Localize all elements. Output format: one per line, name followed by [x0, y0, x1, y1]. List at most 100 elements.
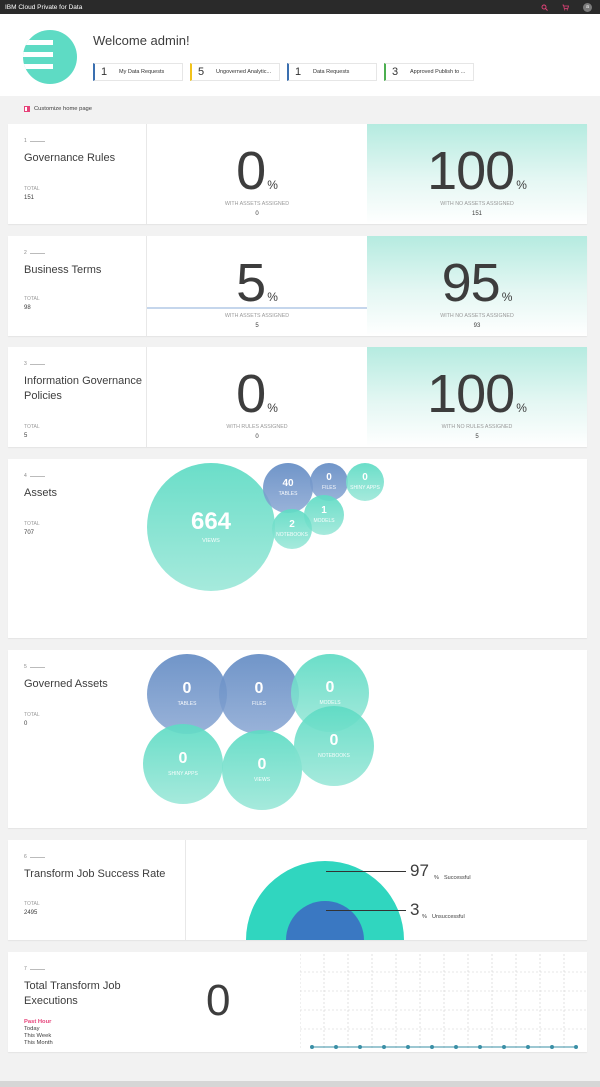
bubble-value: 0 [326, 472, 332, 483]
cart-icon[interactable] [562, 4, 570, 11]
percent-sign: % [267, 290, 278, 304]
stat-with-rules: 0% WITH RULES ASSIGNED 0 [147, 347, 367, 447]
bubble-value: 0 [329, 732, 339, 749]
stat-label: WITH RULES ASSIGNED [226, 424, 288, 430]
customize-icon [24, 106, 30, 112]
stat-count: 0 [255, 434, 259, 440]
stat-underline [147, 307, 367, 309]
card-left-panel: 2 Business Terms TOTAL 98 [8, 236, 147, 336]
chart-grid [300, 954, 586, 1048]
card-title: Governance Rules [24, 152, 116, 164]
request-my-data[interactable]: 1 My Data Requests [93, 63, 183, 81]
request-label: Ungoverned Analytic... [216, 69, 272, 75]
successful-percent: 97 [410, 861, 429, 880]
bubble-notebooks[interactable]: 0 NOTEBOOKS [294, 706, 374, 786]
total-value: 707 [24, 530, 35, 536]
bubble-label: TABLES [177, 701, 197, 707]
stat-percent: 5 [236, 253, 266, 313]
bubble-files[interactable]: 0 FILES [219, 654, 299, 734]
stat-label: WITH ASSETS ASSIGNED [224, 201, 290, 207]
welcome-logo-icon [23, 30, 77, 84]
app-title: IBM Cloud Private for Data [5, 3, 83, 11]
request-count: 1 [101, 66, 108, 78]
bubble-shiny-apps[interactable]: 0 SHINY APPS [346, 463, 384, 501]
total-label: TOTAL [24, 424, 40, 430]
card-title: Information Governance Policies [24, 375, 143, 402]
request-approved-publish[interactable]: 3 Approved Publish to ... [384, 63, 474, 81]
request-count: 3 [392, 66, 399, 78]
card-left-panel: 1 Governance Rules TOTAL 151 [8, 124, 147, 224]
welcome-title: Welcome admin! [93, 33, 190, 48]
total-label: TOTAL [24, 186, 40, 192]
card-index: 1 [24, 138, 45, 144]
bubble-label: SHINY APPS [350, 485, 380, 491]
card-assets[interactable]: 4 Assets TOTAL 707 664 VIEWS 40 TABLES 0… [8, 459, 587, 638]
stat-count: 5 [255, 323, 259, 329]
bubble-value: 0 [178, 750, 188, 767]
bubble-views[interactable]: 664 VIEWS [147, 463, 275, 591]
stat-without-assets: 95% WITH NO ASSETS ASSIGNED 93 [367, 236, 587, 336]
card-title: Governed Assets [24, 678, 108, 690]
total-label: TOTAL [24, 296, 40, 302]
request-label: Data Requests [313, 69, 350, 75]
card-left-panel: 3 Information Governance Policies TOTAL … [8, 347, 147, 447]
bubble-value: 2 [289, 519, 295, 530]
total-value: 98 [24, 305, 31, 311]
customize-home-link[interactable]: Customize home page [24, 106, 92, 112]
card-governance-policies[interactable]: 3 Information Governance Policies TOTAL … [8, 347, 587, 447]
stat-percent: 0 [236, 141, 266, 201]
card-index: 3 [24, 361, 45, 367]
card-governed-assets[interactable]: 5 Governed Assets TOTAL 0 0 TABLES 0 FIL… [8, 650, 587, 828]
request-label: Approved Publish to ... [410, 69, 466, 75]
stat-with-assets: 5% WITH ASSETS ASSIGNED 5 [147, 236, 367, 336]
user-avatar[interactable]: a [583, 2, 592, 12]
card-governance-rules[interactable]: 1 Governance Rules TOTAL 151 0% WITH ASS… [8, 124, 587, 224]
top-nav-icons: a [541, 2, 592, 12]
stat-label: WITH NO RULES ASSIGNED [441, 424, 513, 430]
request-count: 1 [295, 66, 302, 78]
bubble-value: 0 [257, 756, 267, 773]
stat-percent: 100 [427, 141, 515, 201]
bottom-scroll-edge [0, 1081, 600, 1087]
period-this-month[interactable]: This Month [24, 1040, 53, 1046]
card-transform-success[interactable]: 6 Transform Job Success Rate TOTAL 2495 … [8, 840, 587, 940]
stat-percent: 100 [427, 364, 515, 424]
total-value: 0 [24, 721, 28, 727]
bubble-views[interactable]: 0 VIEWS [222, 730, 302, 810]
card-business-terms[interactable]: 2 Business Terms TOTAL 98 5% WITH ASSETS… [8, 236, 587, 336]
stat-percent: 0 [236, 364, 266, 424]
total-value: 151 [24, 195, 35, 201]
customize-label: Customize home page [34, 106, 92, 112]
stat-label: WITH NO ASSETS ASSIGNED [440, 201, 514, 207]
bubble-value: 0 [182, 680, 192, 697]
successful-pct-sign: % [434, 875, 439, 881]
request-label: My Data Requests [119, 69, 165, 75]
stat-label: WITH NO ASSETS ASSIGNED [440, 313, 514, 319]
percent-sign: % [501, 290, 513, 304]
percent-sign: % [267, 401, 278, 415]
period-today[interactable]: Today [24, 1026, 39, 1032]
bubble-value: 0 [325, 679, 335, 696]
bubble-notebooks[interactable]: 2 NOTEBOOKS [272, 509, 312, 549]
card-index: 5 [24, 664, 45, 670]
unsuccessful-leader-line [326, 910, 406, 911]
request-ungoverned[interactable]: 5 Ungoverned Analytic... [190, 63, 280, 81]
executions-timeline-chart [300, 954, 586, 1049]
stat-count: 151 [471, 211, 482, 217]
card-title: Total Transform Job Executions [24, 980, 121, 1007]
card-transform-executions[interactable]: 7 Total Transform Job Executions 0 Past … [8, 952, 587, 1052]
search-icon[interactable] [541, 4, 548, 11]
percent-sign: % [267, 178, 278, 192]
period-past-hour[interactable]: Past Hour [24, 1019, 51, 1025]
bubble-tables[interactable]: 0 TABLES [147, 654, 227, 734]
request-data-requests[interactable]: 1 Data Requests [287, 63, 377, 81]
bubble-label: VIEWS [202, 538, 220, 544]
unsuccessful-label: Unsuccessful [432, 914, 465, 920]
stat-without-assets: 100% WITH NO ASSETS ASSIGNED 151 [367, 124, 587, 224]
card-index: 4 [24, 473, 45, 479]
bubble-value: 1 [321, 505, 327, 516]
period-this-week[interactable]: This Week [24, 1033, 51, 1039]
unsuccessful-pct-sign: % [422, 914, 427, 920]
bubble-value: 0 [254, 680, 264, 697]
bubble-shiny-apps[interactable]: 0 SHINY APPS [143, 724, 223, 804]
